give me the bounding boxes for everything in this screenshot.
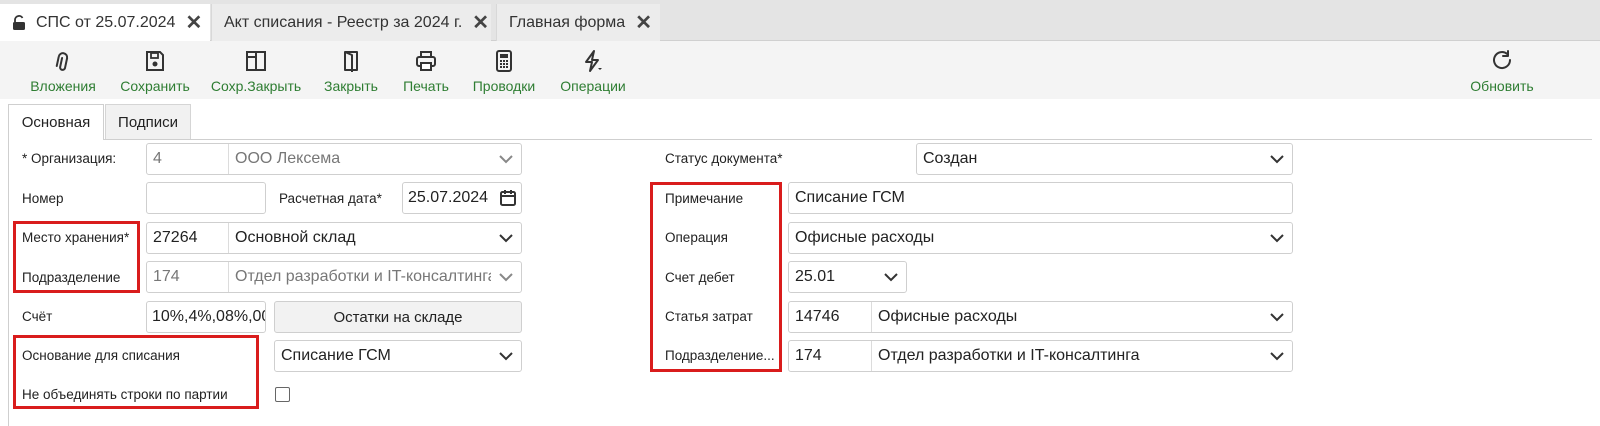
right-department-select[interactable]: 174 Отдел разработки и IT-консалтинга (788, 340, 1293, 372)
storage-code: 27264 (147, 223, 229, 253)
no-merge-checkbox[interactable] (275, 387, 290, 402)
account-input[interactable]: 10%,4%,08%,00 (146, 301, 266, 333)
storage-select[interactable]: 27264 Основной склад (146, 222, 522, 254)
chevron-down-icon[interactable] (491, 144, 521, 174)
save-close-button[interactable]: Сохр.Закрыть (208, 41, 304, 99)
number-label: Номер (22, 191, 64, 206)
department-code: 174 (147, 262, 229, 292)
status-label: Статус документа* (665, 151, 783, 166)
note-input[interactable]: Списание ГСМ (788, 182, 1293, 214)
chevron-down-icon[interactable] (1262, 223, 1292, 253)
writeoff-basis-select[interactable]: Списание ГСМ (274, 340, 522, 372)
attachments-button[interactable]: Вложения (26, 41, 100, 99)
organization-code: 4 (147, 144, 229, 174)
department-name: Отдел разработки и IT-консалтинга (235, 268, 491, 285)
close-icon[interactable]: ✕ (472, 10, 489, 35)
chevron-down-icon[interactable] (1262, 341, 1292, 371)
annotation-box-storage-department (13, 221, 140, 293)
postings-button[interactable]: Проводки (468, 41, 540, 99)
calculator-icon (496, 50, 512, 72)
organization-label: * Организация: (22, 151, 117, 166)
lock-icon (12, 14, 26, 31)
stock-balance-button[interactable]: Остатки на складе (274, 301, 522, 333)
tab-label: СПС от 25.07.2024 (36, 13, 176, 31)
annotation-box-right-labels (650, 182, 782, 372)
chevron-down-icon[interactable] (876, 262, 906, 292)
paperclip-icon (55, 52, 69, 71)
cost-item-select[interactable]: 14746 Офисные расходы (788, 301, 1293, 333)
storage-name: Основной склад (235, 229, 356, 246)
close-button[interactable]: Закрыть (318, 41, 384, 99)
tab-main-form[interactable]: Главная форма ✕ (496, 4, 660, 41)
save-close-icon (246, 51, 266, 71)
tab-sps[interactable]: СПС от 25.07.2024 ✕ (0, 4, 210, 41)
calc-date-input[interactable]: 25.07.2024 (402, 182, 522, 214)
chevron-down-icon[interactable] (491, 262, 521, 292)
operations-button[interactable]: Операции (554, 41, 632, 99)
calendar-icon[interactable] (495, 183, 521, 213)
organization-select[interactable]: 4 ООО Лексема (146, 143, 522, 175)
tab-writeoff-registry[interactable]: Акт списания - Реестр за 2024 г. ✕ (211, 4, 491, 41)
close-icon[interactable]: ✕ (185, 10, 202, 35)
tab-signatures[interactable]: Подписи (105, 104, 191, 139)
tab-label: Акт списания - Реестр за 2024 г. (224, 13, 463, 31)
chevron-down-icon[interactable] (491, 341, 521, 371)
chevron-down-icon[interactable] (1262, 144, 1292, 174)
operation-select[interactable]: Офисные расходы (788, 222, 1293, 254)
close-icon[interactable]: ✕ (635, 10, 652, 35)
form-border (8, 139, 9, 426)
door-icon (344, 51, 358, 72)
save-button[interactable]: Сохранить (115, 41, 195, 99)
tab-label: Главная форма (509, 13, 626, 31)
print-button[interactable]: Печать (397, 41, 455, 99)
refresh-icon (1493, 50, 1512, 69)
tab-divider (8, 139, 1592, 140)
organization-name: ООО Лексема (235, 150, 341, 167)
number-input[interactable] (146, 182, 266, 214)
printer-icon (416, 51, 436, 71)
department-select[interactable]: 174 Отдел разработки и IT-консалтинга (146, 261, 522, 293)
chevron-down-icon[interactable] (491, 223, 521, 253)
tab-main[interactable]: Основная (8, 104, 104, 140)
refresh-button[interactable]: Обновить (1464, 41, 1540, 99)
annotation-box-writeoff-options (13, 335, 259, 409)
calc-date-label: Расчетная дата* (279, 191, 382, 206)
chevron-down-icon[interactable] (1262, 302, 1292, 332)
debit-select[interactable]: 25.01 (788, 261, 907, 293)
status-select[interactable]: Создан (916, 143, 1293, 175)
floppy-icon (146, 51, 164, 71)
account-label: Счёт (22, 309, 53, 324)
lightning-dropdown-icon (585, 50, 602, 72)
